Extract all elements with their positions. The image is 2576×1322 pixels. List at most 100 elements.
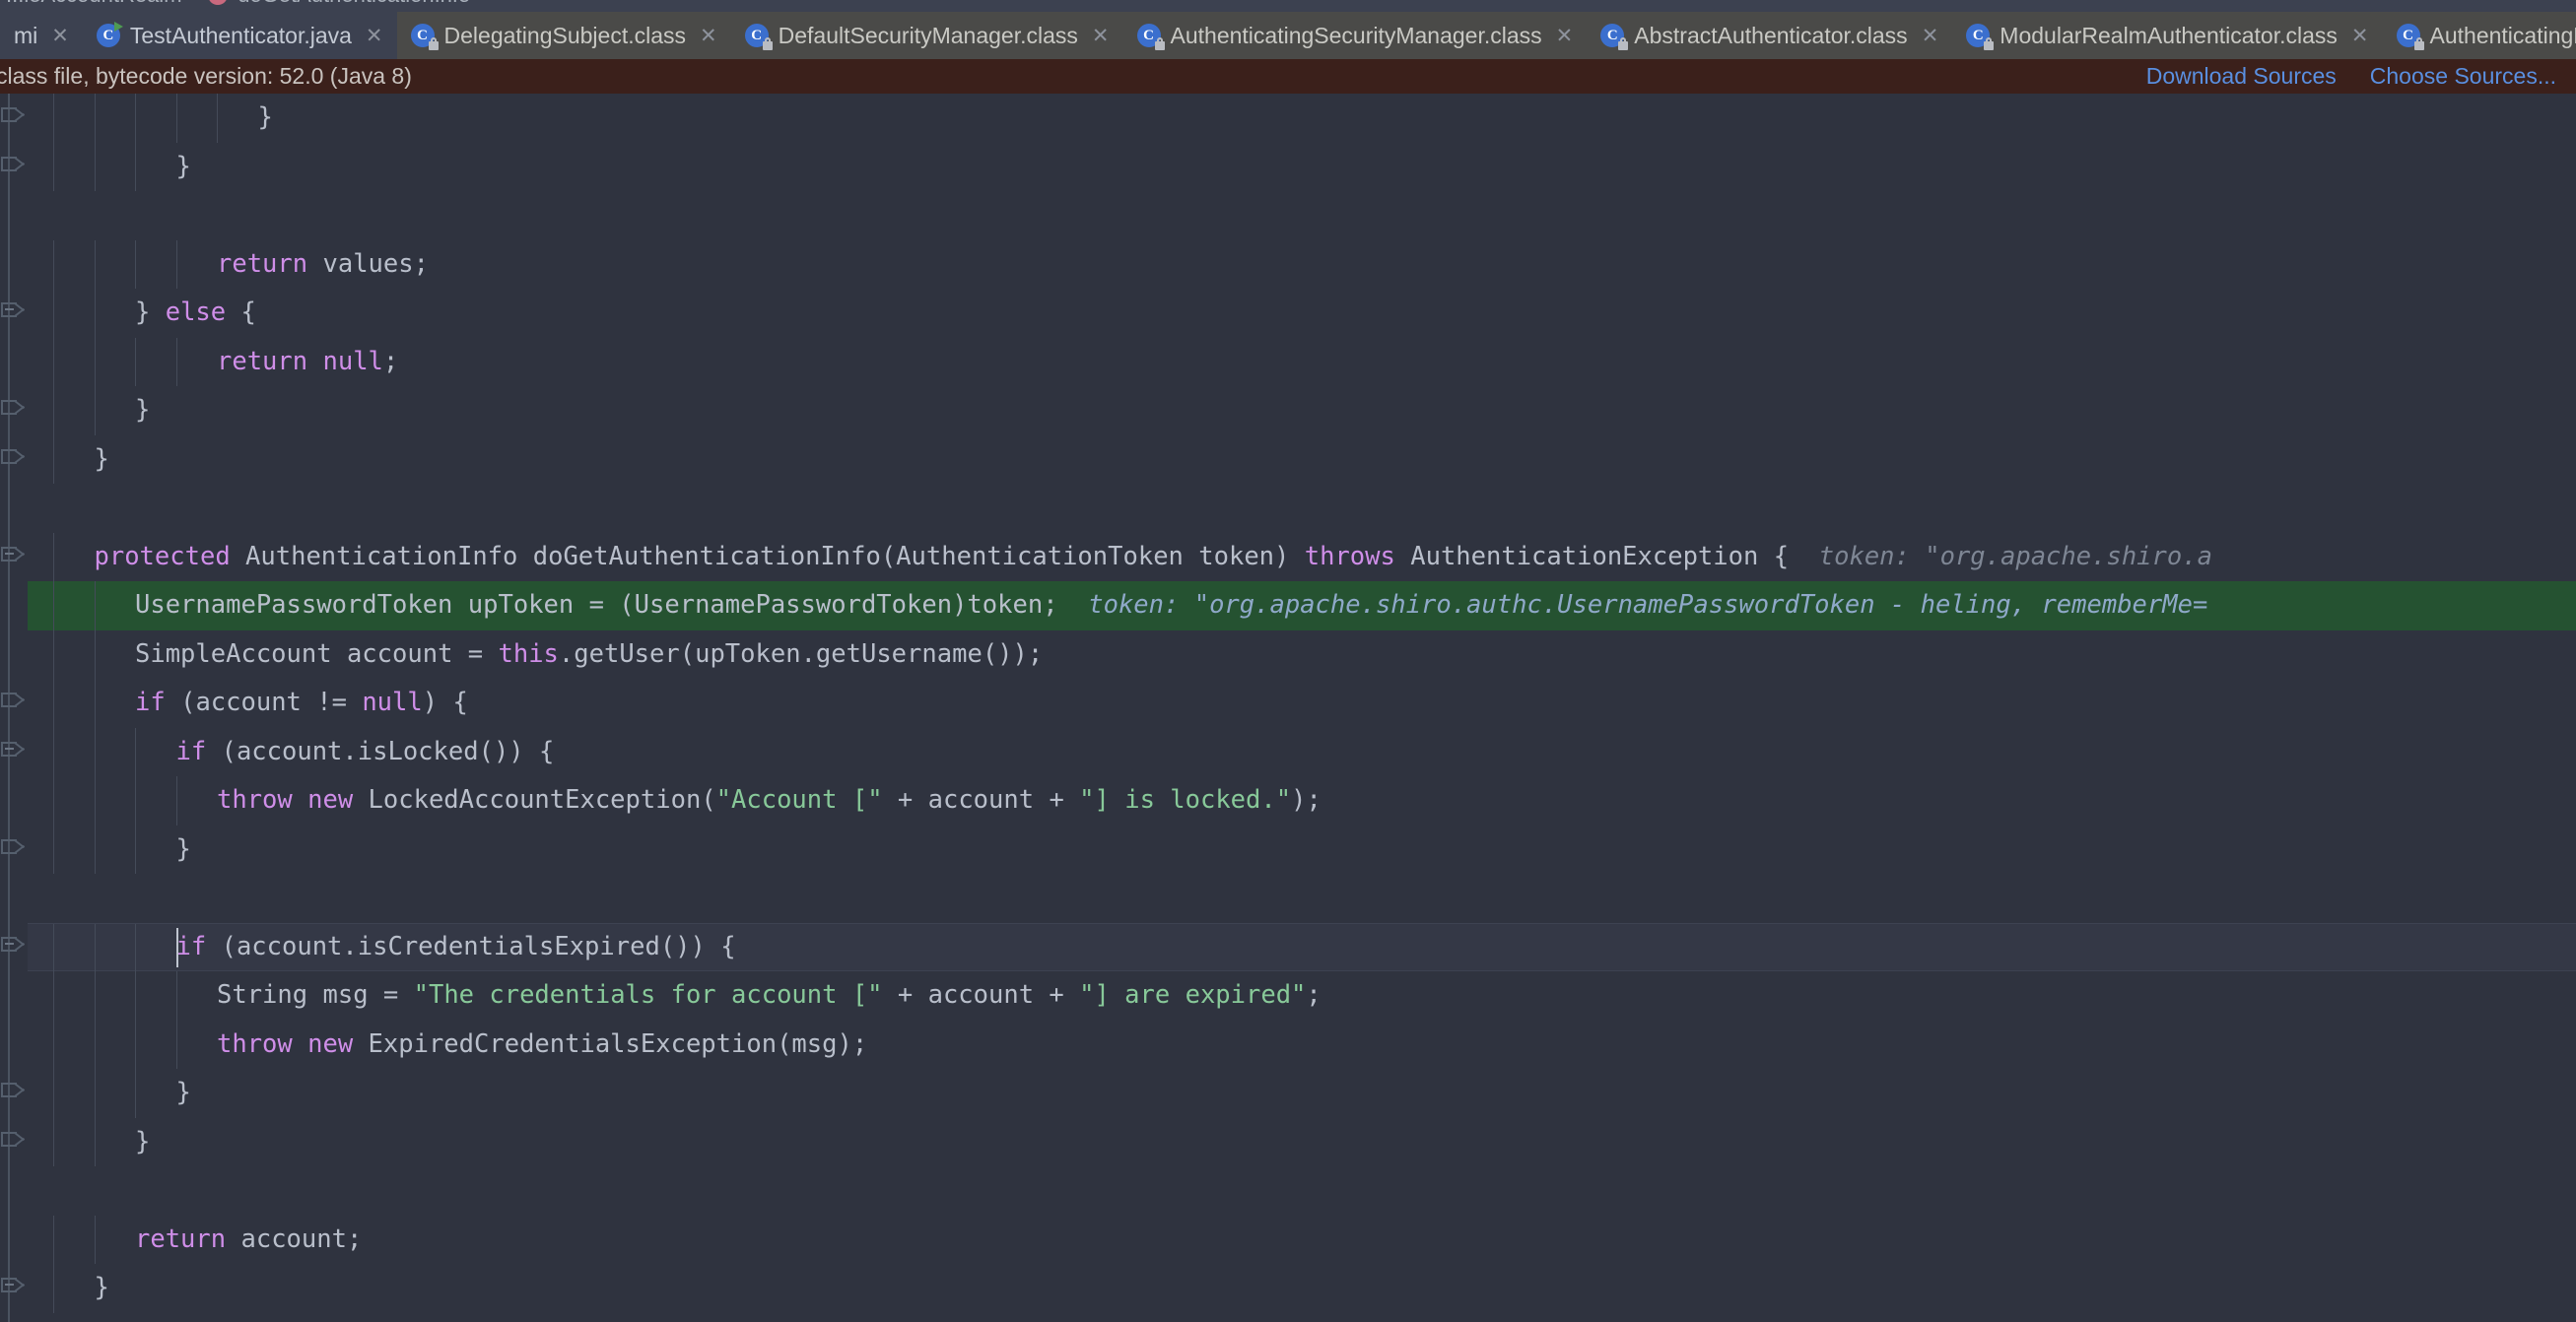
code-line-text: String msg = "The credentials for accoun… [217,980,1322,1010]
indent-guide [53,434,54,484]
code-line[interactable]: throw new LockedAccountException("Accoun… [0,776,2576,826]
indent-guide [135,825,136,874]
indent-guide [175,337,177,386]
code-line[interactable] [0,1166,2576,1216]
code-line[interactable]: throw new ExpiredCredentialsException(ms… [0,1020,2576,1069]
choose-sources-link[interactable]: Choose Sources... [2370,63,2556,90]
download-sources-link[interactable]: Download Sources [2146,63,2337,90]
code-line[interactable]: return null; [0,337,2576,386]
code-line[interactable]: protected AuthenticationInfo doGetAuthen… [0,532,2576,581]
code-line[interactable]: if (account != null) { [0,679,2576,728]
close-icon[interactable]: ✕ [366,26,383,46]
indent-guide [135,727,136,776]
close-icon[interactable]: ✕ [1922,26,1939,46]
lock-badge-icon [762,37,773,50]
code-line[interactable]: } [0,1069,2576,1118]
code-line[interactable]: } else { [0,289,2576,338]
editor-tab-0[interactable]: mi ✕ [0,12,83,59]
editor-tab-4[interactable]: C AuthenticatingSecurityManager.class ✕ [1122,12,1588,59]
indent-guide [53,679,54,728]
indent-guide [53,1117,54,1166]
close-icon[interactable]: ✕ [1092,26,1110,46]
editor-tab-label: AbstractAuthenticator.class [1634,22,1908,48]
class-file-readonly-icon: C [1136,24,1165,50]
breadcrumb-item-method[interactable]: doGetAuthenticationInfo [237,0,470,8]
editor-tab-5[interactable]: C AbstractAuthenticator.class ✕ [1587,12,1953,59]
fold-arrow-icon[interactable] [0,302,26,324]
code-line[interactable]: } [0,1264,2576,1313]
lock-badge-icon [1154,37,1165,50]
fold-arrow-icon[interactable] [0,448,26,471]
code-content[interactable]: }} return values;} else {return null;}} pr… [0,94,2576,1322]
code-line[interactable]: return values; [0,239,2576,289]
fold-arrow-icon[interactable] [0,741,26,763]
code-line[interactable]: } [0,825,2576,874]
code-editor[interactable]: }} return values;} else {return null;}} pr… [0,94,2576,1322]
editor-tab-bar[interactable]: mi ✕ C TestAuthenticator.java ✕ C DelegatingSu… [0,12,2576,59]
code-line[interactable] [0,874,2576,923]
indent-guide [135,1020,136,1069]
class-file-readonly-icon: C [2396,24,2424,50]
indent-guide [175,776,177,826]
code-line[interactable]: String msg = "The credentials for accoun… [0,971,2576,1021]
code-line[interactable]: } [0,434,2576,484]
editor-tab-7[interactable]: CAuthenticatingRealm.class✕ [2382,12,2576,59]
code-line-text: UsernamePasswordToken upToken = (Usernam… [135,590,1058,620]
run-badge-icon [113,22,123,32]
editor-tab-1[interactable]: C TestAuthenticator.java ✕ [82,12,397,59]
indent-guide [135,776,136,826]
indent-guide [94,142,96,191]
indent-guide [175,94,177,143]
fold-arrow-icon[interactable] [0,838,26,861]
breadcrumb-item-class[interactable]: ...leAccountRealm [6,0,182,8]
code-line[interactable]: SimpleAccount account = this.getUser(upT… [0,629,2576,679]
fold-arrow-icon[interactable] [0,156,26,178]
code-line[interactable]: if (account.isLocked()) { [0,727,2576,776]
fold-arrow-icon[interactable] [0,936,26,958]
fold-arrow-icon[interactable] [0,107,26,129]
fold-arrow-icon[interactable] [0,400,26,422]
code-line[interactable]: } [0,1117,2576,1166]
indent-guide [94,776,96,826]
editor-gutter[interactable] [0,94,28,1322]
indent-guide [53,142,54,191]
close-icon[interactable]: ✕ [51,26,69,46]
indent-guide [135,337,136,386]
indent-guide [53,239,54,289]
breadcrumb-separator: › [192,0,199,7]
close-icon[interactable]: ✕ [700,26,717,46]
notification-actions: Download Sources Choose Sources... [2146,63,2560,90]
indent-guide [94,289,96,338]
indent-guide [53,532,54,581]
code-line-text: if (account.isCredentialsExpired()) { [175,931,736,961]
code-line[interactable]: return account; [0,1215,2576,1264]
editor-tab-2[interactable]: C DelegatingSubject.class ✕ [396,12,731,59]
indent-guide [94,971,96,1021]
indent-guide [175,1020,177,1069]
code-line[interactable]: UsernamePasswordToken upToken = (Usernam… [0,581,2576,630]
code-line-text: } [94,443,109,474]
code-line[interactable] [0,484,2576,533]
method-icon [208,0,229,5]
editor-tab-6[interactable]: C ModularRealmAuthenticator.class ✕ [1952,12,2383,59]
fold-arrow-icon[interactable] [0,1083,26,1104]
fold-arrow-icon[interactable] [0,1278,26,1299]
indent-guide [175,971,177,1021]
fold-arrow-icon[interactable] [0,546,26,568]
close-icon[interactable]: ✕ [1556,26,1574,46]
code-line[interactable]: } [0,94,2576,143]
code-line[interactable]: } [0,386,2576,435]
code-line[interactable]: } [0,142,2576,191]
code-line[interactable]: if (account.isCredentialsExpired()) { [0,922,2576,971]
breadcrumb: ...leAccountRealm › doGetAuthenticationI… [0,0,2576,12]
indent-guide [53,1069,54,1118]
code-line-text: throw new ExpiredCredentialsException(ms… [217,1028,868,1059]
code-line[interactable] [0,191,2576,240]
editor-tab-3[interactable]: C DefaultSecurityManager.class ✕ [730,12,1123,59]
fold-arrow-icon[interactable] [0,693,26,714]
fold-arrow-icon[interactable] [0,1131,26,1154]
close-icon[interactable]: ✕ [2351,26,2369,46]
class-file-readonly-icon: C [1966,24,1995,50]
